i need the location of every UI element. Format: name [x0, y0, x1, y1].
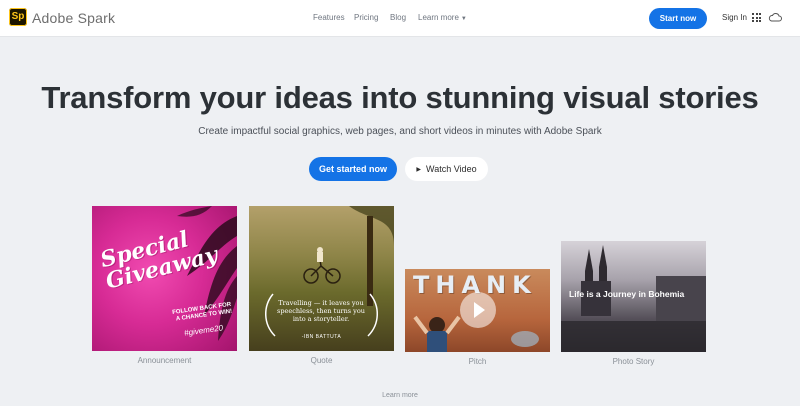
template-card-announcement[interactable]: Special Giveaway FOLLOW BACK FOR A CHANC… — [92, 206, 237, 368]
nav-features-label: Features — [313, 13, 345, 22]
laurel-wreath-icon — [265, 293, 378, 337]
nav-pricing-label: Pricing — [354, 13, 379, 22]
template-card-photo-story[interactable]: Life is a Journey in Bohemia Photo Story — [561, 241, 706, 368]
card-caption-photo-story: Photo Story — [612, 357, 655, 366]
hero-subtitle: Create impactful social graphics, web pa… — [198, 126, 602, 137]
pitch-thumbnail: THANK — [405, 269, 550, 352]
nav-blog[interactable]: Blog — [390, 13, 406, 22]
adobe-spark-logo-icon[interactable]: Sp — [9, 8, 27, 26]
nav-learn-more-label: Learn more — [418, 13, 459, 22]
start-now-button[interactable]: Start now — [649, 8, 707, 29]
top-navigation-bar: Sp Adobe Spark Features Pricing Blog Lea… — [0, 0, 800, 37]
sign-in-link[interactable]: Sign In — [722, 13, 747, 22]
play-video-icon[interactable] — [460, 292, 496, 328]
creative-cloud-icon[interactable] — [768, 12, 782, 22]
quote-thumbnail: Travelling — it leaves you speechless, t… — [249, 206, 394, 351]
chevron-down-icon: ▼ — [460, 16, 467, 22]
quote-art-author: -IBN BATTUTA — [301, 334, 342, 340]
card-caption-pitch: Pitch — [468, 357, 487, 366]
photo-story-art-text: Life is a Journey in Bohemia — [569, 289, 685, 299]
card-caption-announcement: Announcement — [137, 356, 192, 365]
nav-learn-more[interactable]: Learn more ▼ — [418, 13, 467, 22]
quote-art-text: Travelling — it leaves you speechless, t… — [277, 299, 365, 323]
brand-name[interactable]: Adobe Spark — [32, 10, 115, 26]
hero-title: Transform your ideas into stunning visua… — [41, 80, 759, 115]
watch-video-label: Watch Video — [426, 164, 477, 174]
apps-grid-icon[interactable] — [752, 13, 761, 22]
nav-features[interactable]: Features — [313, 13, 345, 22]
photo-story-thumbnail: Life is a Journey in Bohemia — [561, 241, 706, 352]
template-card-quote[interactable]: Travelling — it leaves you speechless, t… — [249, 206, 394, 368]
nav-pricing[interactable]: Pricing — [354, 13, 378, 22]
watch-video-button[interactable]: ▶ Watch Video — [405, 157, 488, 181]
template-card-pitch[interactable]: THANK Pitch — [405, 269, 550, 368]
card-caption-quote: Quote — [310, 356, 333, 365]
play-icon: ▶ — [416, 167, 422, 173]
learn-more-link[interactable]: Learn more — [0, 392, 800, 399]
get-started-button[interactable]: Get started now — [309, 157, 397, 181]
announcement-thumbnail: Special Giveaway FOLLOW BACK FOR A CHANC… — [92, 206, 237, 351]
nav-blog-label: Blog — [390, 13, 407, 22]
